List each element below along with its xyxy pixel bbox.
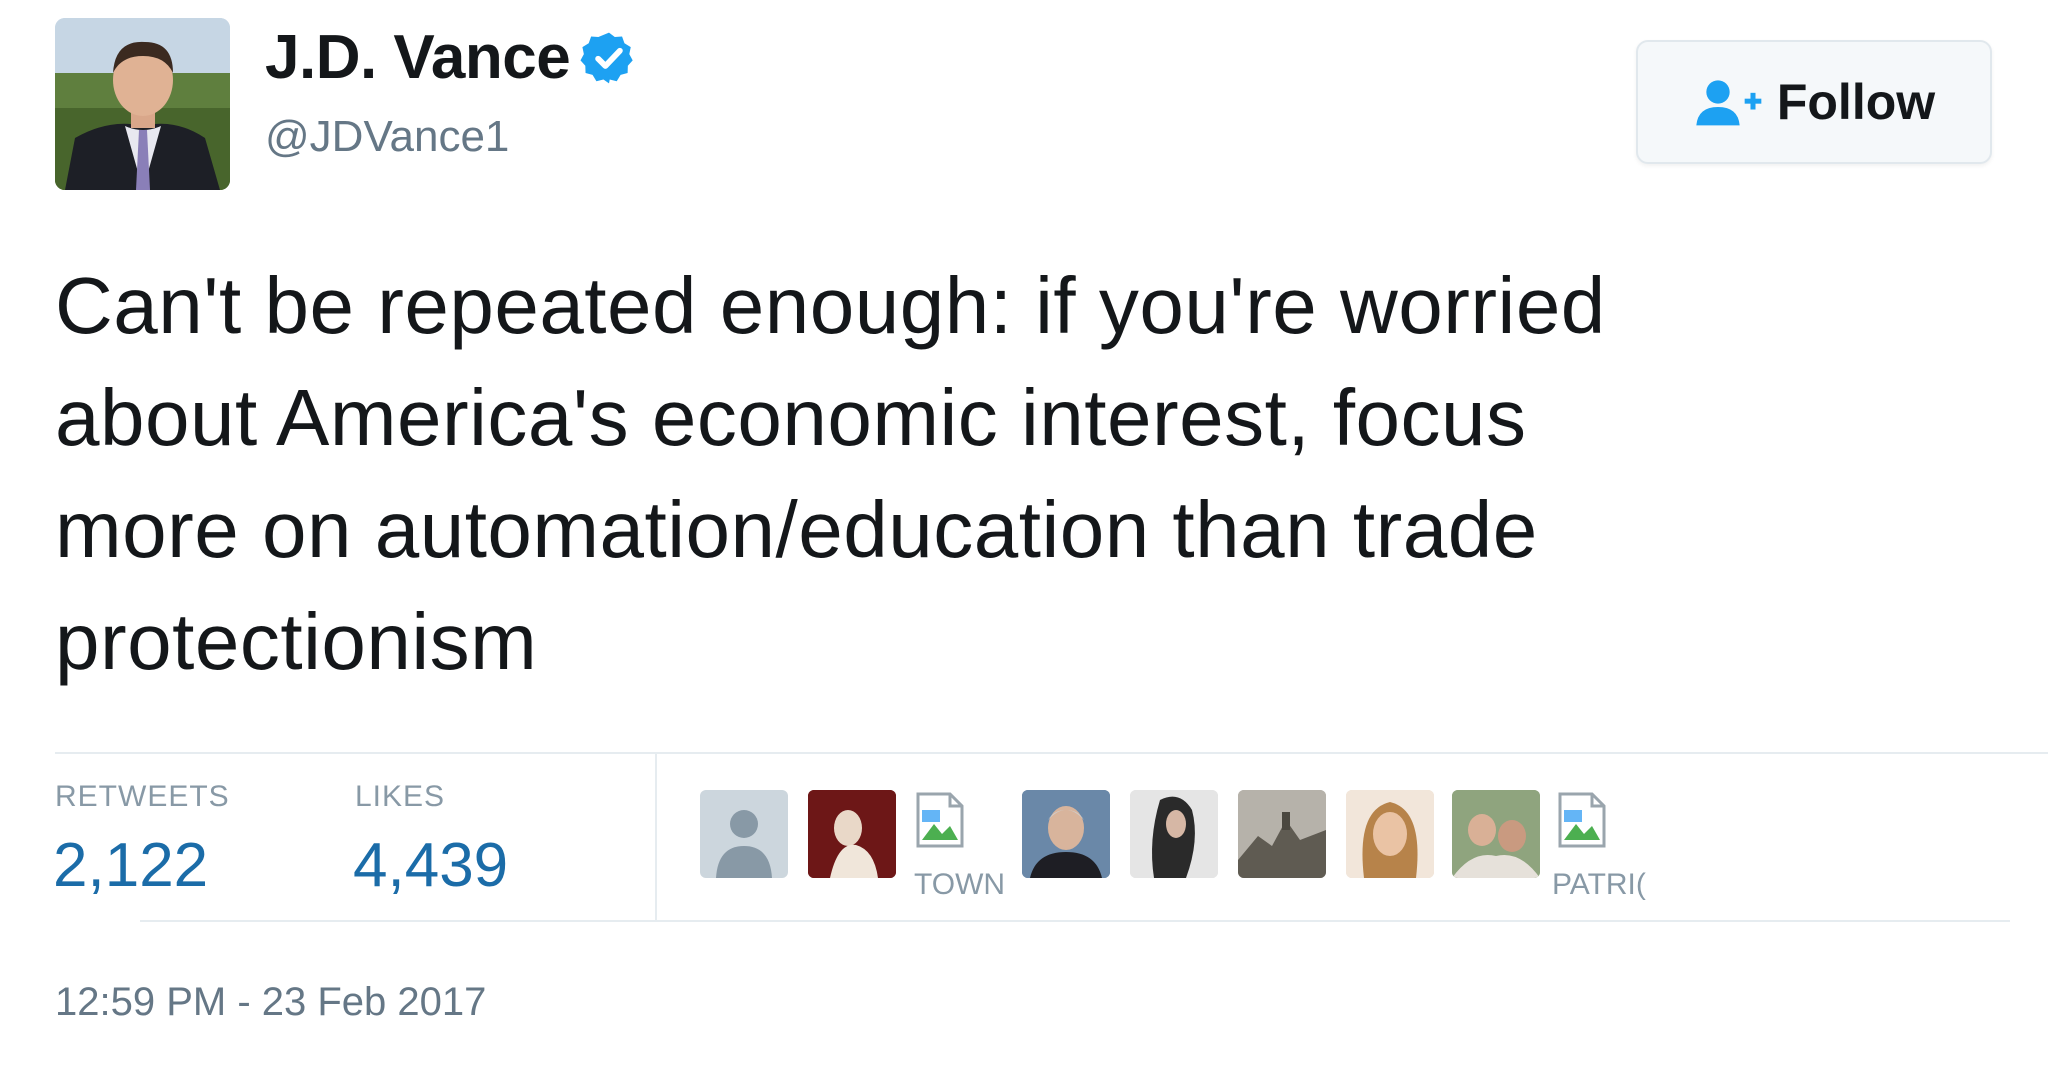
user-handle[interactable]: @JDVance1 xyxy=(265,112,509,162)
tweet-text: Can't be repeated enough: if you're worr… xyxy=(55,250,2015,698)
likes-label: LIKES xyxy=(355,780,446,813)
retweets-count[interactable]: 2,122 xyxy=(53,830,208,901)
retweets-label: RETWEETS xyxy=(55,780,230,813)
follow-user-icon xyxy=(1696,80,1762,126)
liker-avatar[interactable] xyxy=(700,790,788,878)
liker-avatar[interactable] xyxy=(1452,790,1540,878)
liker-avatar[interactable] xyxy=(1022,790,1110,878)
liker-avatar[interactable] xyxy=(1238,790,1326,878)
liker-avatar[interactable] xyxy=(1552,790,1640,878)
liker-photo xyxy=(1022,790,1110,878)
tweet-text-line: Can't be repeated enough: if you're worr… xyxy=(55,261,1606,350)
divider-top xyxy=(55,752,2048,754)
stats-separator xyxy=(655,752,657,920)
liker-avatar[interactable] xyxy=(808,790,896,878)
liker-photo xyxy=(1346,790,1434,878)
follow-button[interactable]: Follow xyxy=(1636,40,1992,164)
liker-caption: PATRI( xyxy=(1552,868,1646,901)
liker-avatar[interactable] xyxy=(1346,790,1434,878)
broken-image-icon xyxy=(1558,792,1606,848)
tweet-text-line: about America's economic interest, focus xyxy=(55,373,1527,462)
verified-badge-icon xyxy=(580,32,633,83)
tweet-timestamp[interactable]: 12:59 PM - 23 Feb 2017 xyxy=(55,980,486,1025)
tweet-text-line: protectionism xyxy=(55,597,538,686)
broken-image-icon xyxy=(916,792,964,848)
follow-button-label: Follow xyxy=(1776,74,1936,130)
liker-avatar[interactable] xyxy=(1130,790,1218,878)
tweet-card: J.D. Vance @JDVance1 Follow Can't be rep… xyxy=(0,0,2048,1074)
avatar[interactable] xyxy=(55,18,230,190)
default-avatar-icon xyxy=(716,810,772,878)
liker-photo xyxy=(808,790,896,878)
liker-photo xyxy=(1130,790,1218,878)
liker-caption: TOWN xyxy=(914,868,1006,901)
liker-photo xyxy=(1238,790,1326,878)
display-name-text: J.D. Vance xyxy=(265,23,571,92)
likes-count[interactable]: 4,439 xyxy=(353,830,508,901)
display-name[interactable]: J.D. Vance xyxy=(265,22,638,93)
tweet-text-line: more on automation/education than trade xyxy=(55,485,1538,574)
liker-photo xyxy=(1452,790,1540,878)
liker-avatar[interactable] xyxy=(910,790,998,878)
profile-photo xyxy=(55,18,230,190)
divider-bottom xyxy=(140,920,2010,922)
